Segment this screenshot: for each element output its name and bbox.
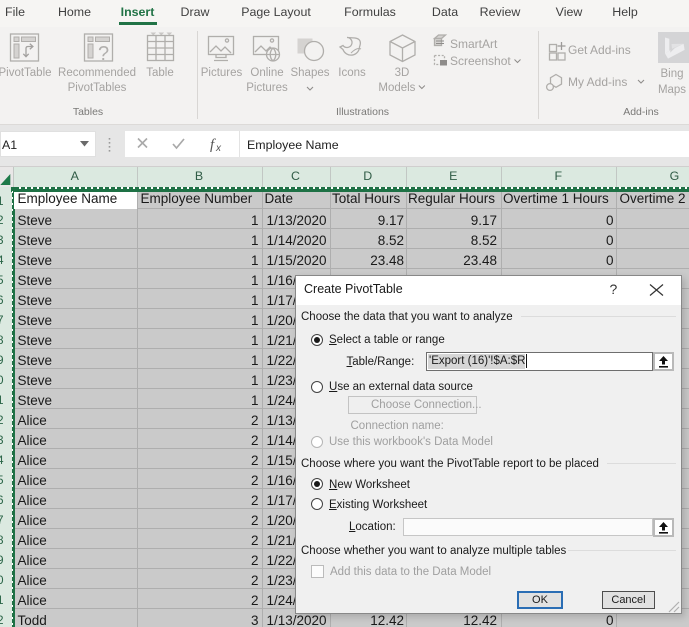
svg-text:x: x <box>215 143 222 154</box>
svg-text:?: ? <box>98 43 109 65</box>
